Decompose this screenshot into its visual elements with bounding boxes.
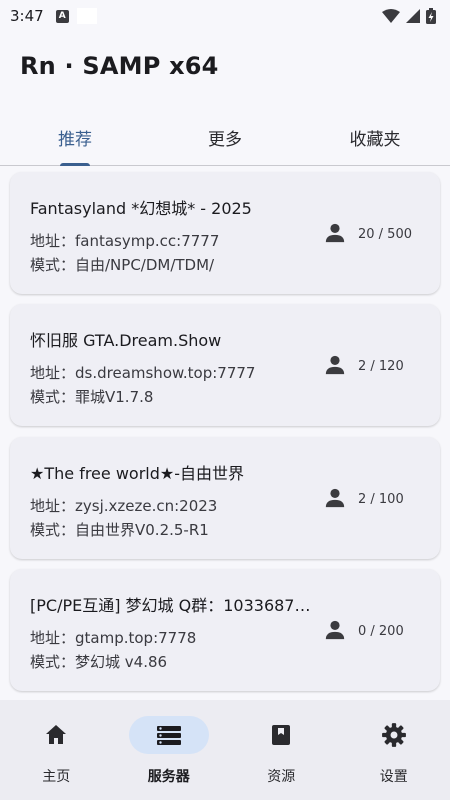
nav-label: 资源 xyxy=(267,769,296,785)
nav-label: 服务器 xyxy=(147,769,190,785)
person-icon xyxy=(325,355,345,375)
server-name: [PC/PE互通] 梦幻城 Q群：1033687… xyxy=(30,596,311,615)
server-name: 怀旧服 GTA.Dream.Show xyxy=(30,331,222,350)
server-address: 地址：gtamp.top:7778 xyxy=(30,629,197,647)
server-address: 地址：fantasymp.cc:7777 xyxy=(30,232,220,250)
server-mode: 模式：罪城V1.7.8 xyxy=(30,388,154,406)
server-card[interactable]: 怀旧服 GTA.Dream.Show 地址：ds.dreamshow.top:7… xyxy=(10,304,440,426)
tab-more[interactable]: 更多 xyxy=(150,110,300,165)
server-address: 地址：ds.dreamshow.top:7777 xyxy=(30,364,256,382)
tab-label: 收藏夹 xyxy=(349,130,401,150)
bottom-navigation: 主页 服务器 资源 设置 xyxy=(0,700,450,800)
home-icon xyxy=(46,725,67,744)
server-mode: 模式：自由/NPC/DM/TDM/ xyxy=(30,256,215,274)
server-address: 地址：zysj.xzeze.cn:2023 xyxy=(30,497,218,515)
nav-label: 设置 xyxy=(379,769,408,785)
nav-pill xyxy=(16,716,96,754)
gear-icon xyxy=(381,723,406,747)
player-count: 20 / 500 xyxy=(358,227,412,242)
nav-home[interactable]: 主页 xyxy=(0,700,113,800)
wifi-icon xyxy=(382,9,400,23)
server-list-icon xyxy=(156,726,181,745)
notification-a-icon: A xyxy=(55,9,69,23)
app-title: Rn · SAMP x64 xyxy=(20,52,219,80)
nav-pill xyxy=(128,716,209,754)
person-icon xyxy=(325,223,345,243)
player-count: 2 / 100 xyxy=(358,492,404,507)
nav-pill xyxy=(241,716,321,754)
tab-bar: 推荐 更多 收藏夹 xyxy=(0,110,450,166)
player-count: 2 / 120 xyxy=(358,359,404,374)
person-icon xyxy=(325,488,345,508)
status-time: 3:47 xyxy=(10,7,44,25)
nav-label: 主页 xyxy=(42,769,71,785)
nav-servers[interactable]: 服务器 xyxy=(113,700,226,800)
tab-recommended[interactable]: 推荐 xyxy=(0,110,150,166)
server-mode: 模式：梦幻城 v4.86 xyxy=(30,653,168,671)
server-name: ★The free world★-自由世界 xyxy=(30,464,244,483)
signal-icon xyxy=(406,9,420,23)
tab-favorites[interactable]: 收藏夹 xyxy=(300,110,450,165)
person-icon xyxy=(325,620,345,640)
server-card[interactable]: ★The free world★-自由世界 地址：zysj.xzeze.cn:2… xyxy=(10,437,440,559)
status-icons xyxy=(382,8,436,24)
tab-label: 更多 xyxy=(208,130,242,150)
server-name: Fantasyland *幻想城* - 2025 xyxy=(30,199,252,218)
battery-charging-icon xyxy=(426,8,436,24)
server-card[interactable]: Fantasyland *幻想城* - 2025 地址：fantasymp.cc… xyxy=(10,172,440,294)
server-card[interactable]: [PC/PE互通] 梦幻城 Q群：1033687… 地址：gtamp.top:7… xyxy=(10,569,440,691)
status-bar: 3:47 A xyxy=(0,0,450,32)
server-list[interactable]: Fantasyland *幻想城* - 2025 地址：fantasymp.cc… xyxy=(0,166,450,700)
nav-pill xyxy=(354,716,434,754)
bookmark-box-icon xyxy=(272,725,291,745)
notification-blank-icon xyxy=(76,8,97,24)
tab-label: 推荐 xyxy=(58,130,92,150)
nav-settings[interactable]: 设置 xyxy=(338,700,450,800)
player-count: 0 / 200 xyxy=(358,624,404,639)
server-mode: 模式：自由世界V0.2.5-R1 xyxy=(30,521,209,539)
nav-resources[interactable]: 资源 xyxy=(225,700,338,800)
